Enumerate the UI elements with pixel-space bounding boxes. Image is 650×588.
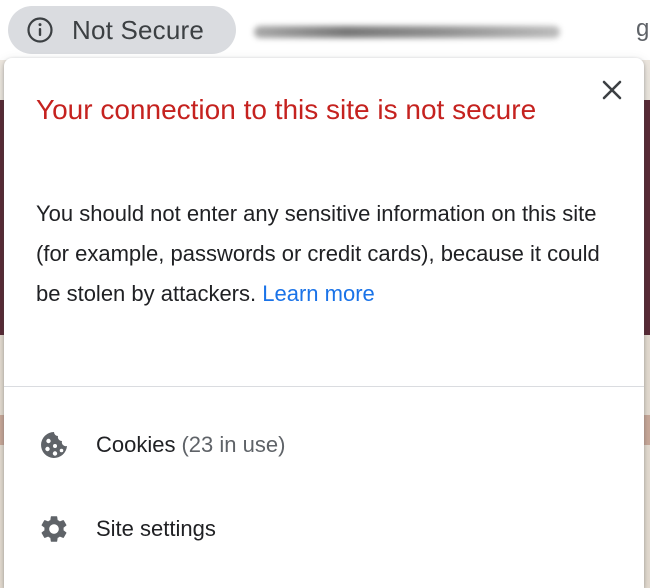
site-settings-row[interactable]: Site settings (4, 498, 644, 560)
site-info-popup: Your connection to this site is not secu… (4, 58, 644, 588)
cookies-row[interactable]: Cookies (23 in use) (4, 414, 644, 476)
cookies-label-group: Cookies (23 in use) (96, 432, 285, 458)
popup-description: You should not enter any sensitive infor… (36, 194, 616, 314)
close-icon (602, 80, 622, 105)
security-indicator-chip[interactable]: Not Secure (8, 6, 236, 54)
popup-title: Your connection to this site is not secu… (36, 94, 537, 125)
close-button[interactable] (598, 78, 626, 106)
gear-icon (38, 513, 70, 545)
cookies-count: (23 in use) (181, 432, 286, 457)
cookies-label: Cookies (96, 432, 176, 457)
divider (4, 386, 644, 387)
security-label: Not Secure (72, 14, 205, 45)
obscured-url[interactable] (254, 26, 560, 38)
info-icon (26, 16, 54, 44)
site-settings-label: Site settings (96, 516, 216, 541)
learn-more-link[interactable]: Learn more (262, 281, 375, 306)
cookie-icon (38, 429, 70, 461)
omnibox: Not Secure g (0, 0, 650, 60)
url-overflow-glyph: g (636, 15, 650, 42)
